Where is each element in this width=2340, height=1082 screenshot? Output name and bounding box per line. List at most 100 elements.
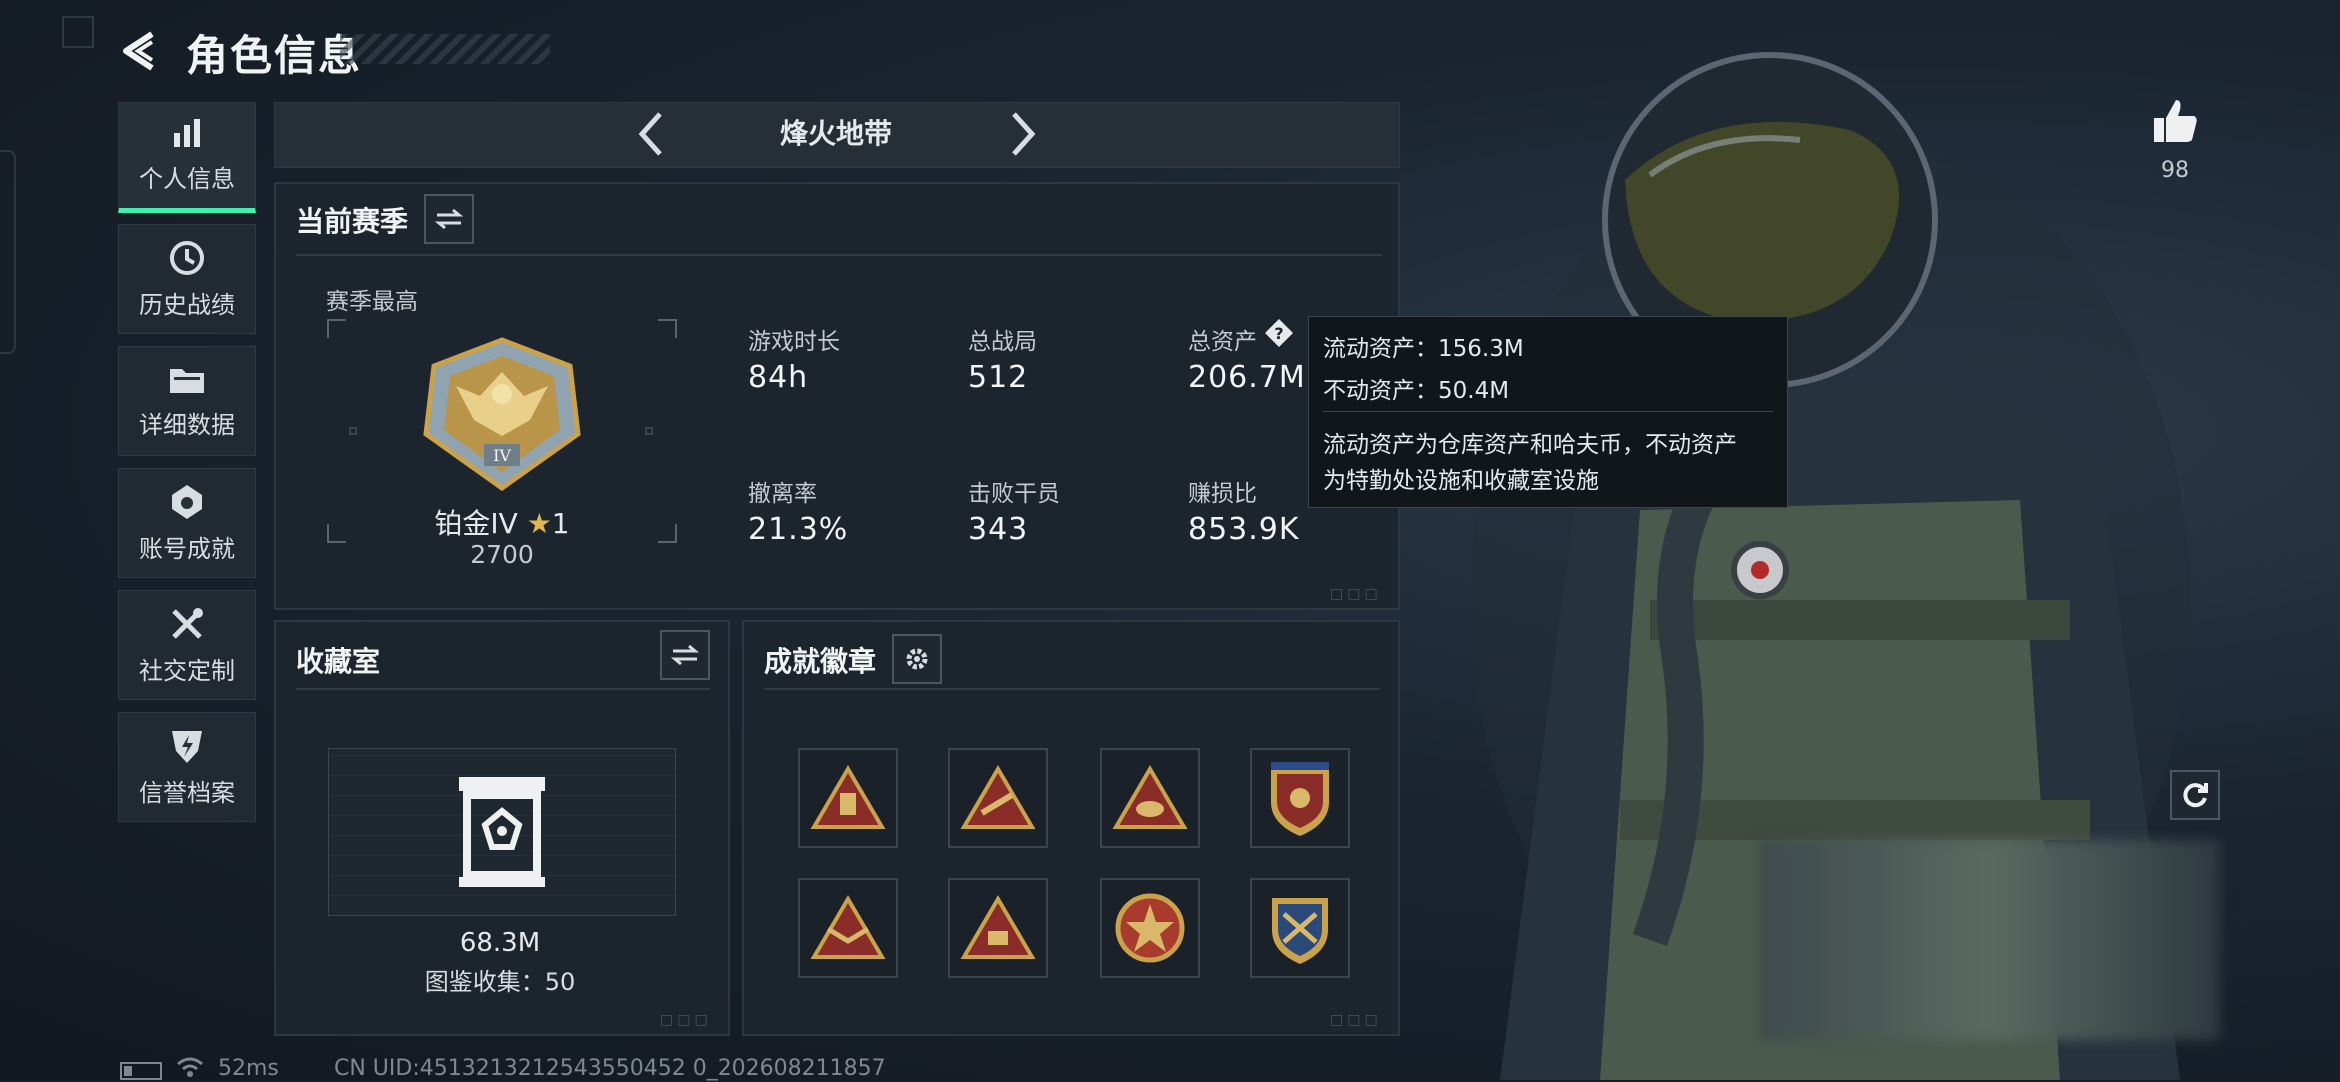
- sidebar-item-label: 个人信息: [139, 165, 235, 193]
- refresh-icon: [2183, 783, 2208, 808]
- stat-value-total-assets: 206.7M: [1188, 360, 1306, 395]
- back-arrow-icon: [123, 31, 154, 71]
- divider: [296, 254, 1382, 256]
- back-button[interactable]: [118, 28, 164, 74]
- shield-badge-icon: [1271, 762, 1329, 836]
- help-icon[interactable]: ?: [1264, 318, 1294, 348]
- badge-slot[interactable]: [798, 878, 898, 978]
- medal-icon: [170, 483, 204, 521]
- sidebar-item-label: 账号成就: [139, 534, 235, 563]
- rank-name: 铂金IV: [434, 507, 518, 540]
- collection-title: 收藏室: [296, 645, 381, 678]
- thumbs-up-icon: [2154, 100, 2197, 142]
- stat-value-extract-rate: 21.3%: [748, 512, 849, 547]
- panel-corner-dots: □□□: [1330, 1012, 1382, 1028]
- tooltip-liquid-assets: 流动资产：156.3M: [1323, 336, 1524, 362]
- sidebar-item-label: 历史战绩: [139, 290, 235, 319]
- next-mode-button[interactable]: [1004, 104, 1044, 164]
- sidebar-item-personal-info[interactable]: 个人信息: [118, 102, 256, 213]
- title-decoration: [340, 34, 550, 64]
- stat-label-total-matches: 总战局: [968, 329, 1037, 355]
- star-icon: ★: [526, 507, 552, 540]
- sidebar-item-history[interactable]: 历史战绩: [118, 224, 256, 334]
- rank-stars: 1: [551, 507, 570, 540]
- bar-chart-icon: [170, 117, 204, 151]
- collection-switch-button[interactable]: [660, 630, 710, 680]
- folder-icon: [168, 363, 206, 397]
- battery-icon: [120, 1062, 162, 1080]
- rotate-character-button[interactable]: [2170, 770, 2220, 820]
- tooltip-divider: [1323, 411, 1773, 412]
- rank-points: 2700: [470, 540, 534, 569]
- stat-label-playtime: 游戏时长: [748, 329, 840, 355]
- chevron-right-icon: [1012, 112, 1036, 156]
- collection-catalog: 图鉴收集：50: [424, 968, 576, 996]
- sidebar-item-achievements[interactable]: 账号成就: [118, 468, 256, 578]
- wifi-icon: [176, 1056, 204, 1082]
- badge-slot[interactable]: [1250, 878, 1350, 978]
- stat-value-playtime: 84h: [748, 360, 809, 395]
- stat-value-profit-ratio: 853.9K: [1188, 512, 1300, 547]
- season-title: 当前赛季: [296, 205, 409, 238]
- svg-text:?: ?: [1274, 324, 1283, 343]
- clock-history-icon: [168, 239, 206, 277]
- stat-label-kills: 击败干员: [968, 481, 1060, 507]
- sidebar-item-reputation[interactable]: 信誉档案: [118, 712, 256, 822]
- tools-icon: [168, 605, 206, 643]
- rank-name-row: 铂金IV ★1: [326, 502, 678, 542]
- triangle-badge-icon: [810, 895, 886, 959]
- badge-slot[interactable]: [798, 748, 898, 848]
- assets-tooltip: 流动资产：156.3M 不动资产：50.4M 流动资产为仓库资产和哈夫币，不动资…: [1308, 316, 1788, 508]
- sidebar-item-label: 信誉档案: [139, 778, 235, 807]
- sidebar-item-label: 社交定制: [139, 656, 235, 685]
- badge-slot[interactable]: [948, 748, 1048, 848]
- page-title: 角色信息: [186, 31, 363, 80]
- triangle-badge-icon: [960, 765, 1036, 829]
- panel-corner-dots: □□□: [1330, 586, 1382, 602]
- divider: [764, 688, 1380, 690]
- swap-icon: [435, 208, 463, 230]
- triangle-badge-icon: [810, 765, 886, 829]
- triangle-badge-icon: [1112, 765, 1188, 829]
- collection-value: 68.3M: [459, 928, 541, 958]
- like-button[interactable]: [2150, 96, 2200, 146]
- badge-slot[interactable]: [1100, 748, 1200, 848]
- sidebar-item-social[interactable]: 社交定制: [118, 590, 256, 700]
- stat-value-total-matches: 512: [968, 360, 1029, 395]
- season-switch-button[interactable]: [424, 194, 474, 244]
- stat-label-total-assets: 总资产: [1188, 329, 1257, 355]
- badges-settings-button[interactable]: [892, 634, 942, 684]
- badge-slot[interactable]: [948, 878, 1048, 978]
- stat-value-kills: 343: [968, 512, 1029, 547]
- like-count: 98: [2161, 158, 2189, 183]
- mode-name: 烽火地带: [779, 117, 892, 150]
- collection-preview[interactable]: [328, 748, 676, 916]
- platinum-rank-emblem: IV: [423, 337, 581, 492]
- triangle-badge-icon: [960, 895, 1036, 959]
- corner-frame: [62, 16, 94, 48]
- gear-icon: [906, 648, 928, 670]
- badge-slot[interactable]: [1100, 878, 1200, 978]
- sidebar-item-label: 详细数据: [139, 410, 235, 439]
- blurred-overlay: [1760, 840, 2220, 1040]
- swap-icon: [671, 644, 699, 666]
- user-uid: CN UID:4513213212543550452 0_20260821185…: [334, 1056, 886, 1081]
- tooltip-fixed-assets: 不动资产：50.4M: [1323, 378, 1510, 404]
- sidebar-item-details[interactable]: 详细数据: [118, 346, 256, 456]
- tooltip-desc-line1: 流动资产为仓库资产和哈夫币，不动资产: [1323, 432, 1737, 458]
- edge-handle: [0, 150, 16, 354]
- badges-title: 成就徽章: [764, 645, 877, 678]
- star-medal-icon: [1115, 893, 1185, 963]
- badge-slot[interactable]: [1250, 748, 1350, 848]
- divider: [296, 688, 710, 690]
- vault-icon: [459, 777, 545, 887]
- stat-label-profit-ratio: 赚损比: [1188, 481, 1257, 507]
- svg-text:IV: IV: [493, 446, 511, 465]
- crossed-wings-badge-icon: [1272, 898, 1328, 964]
- shield-bolt-icon: [170, 727, 204, 765]
- season-highest-label: 赛季最高: [326, 289, 418, 315]
- stat-label-extract-rate: 撤离率: [748, 481, 817, 507]
- tooltip-desc-line2: 为特勤处设施和收藏室设施: [1323, 468, 1599, 494]
- panel-corner-dots: □□□: [660, 1012, 712, 1028]
- ping-value: 52ms: [218, 1056, 279, 1081]
